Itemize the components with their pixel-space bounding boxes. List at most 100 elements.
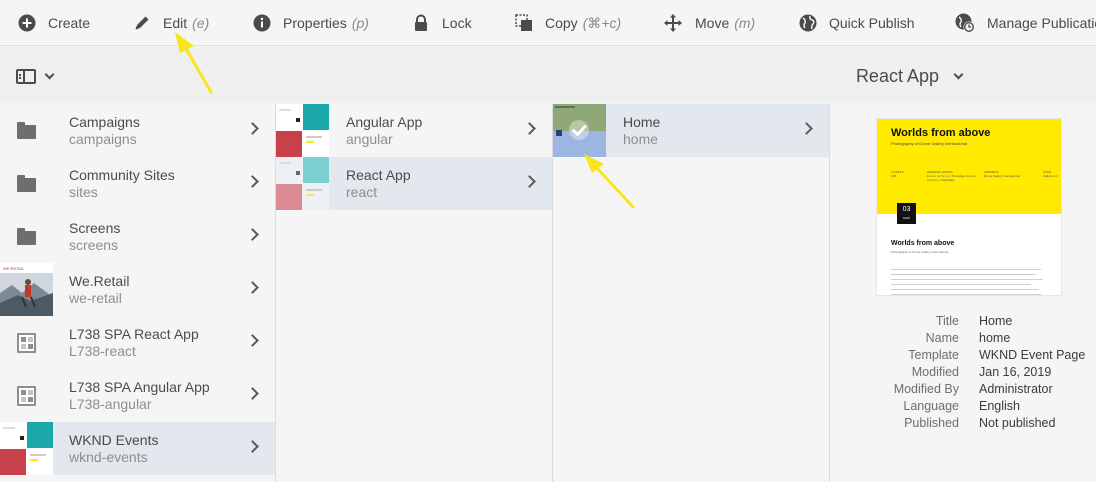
list-item-screens[interactable]: Screens screens (0, 210, 275, 263)
item-title: Screens (69, 220, 121, 236)
folder-icon (17, 122, 36, 139)
item-name: screens (69, 237, 119, 253)
template-icon (17, 333, 36, 353)
quick-publish-button[interactable]: Quick Publish (799, 0, 915, 45)
manage-publication-button[interactable]: Manage Publication (955, 0, 1096, 45)
item-title: L738 SPA Angular App (69, 379, 210, 395)
item-name: wknd-events (69, 449, 148, 465)
copy-label: Copy (545, 15, 578, 31)
angular-app-thumbnail (276, 104, 329, 157)
item-name: we-retail (69, 290, 122, 306)
preview-meta-tickets: TICKETS 10€ (891, 170, 904, 178)
preview-text-line (891, 274, 1036, 275)
move-button[interactable]: Move (m) (663, 0, 756, 45)
list-item-angular-app[interactable]: Angular App angular (276, 104, 552, 157)
list-item-l738-react[interactable]: L738 SPA React App L738-react (0, 316, 275, 369)
property-row: Title Home (935, 314, 1013, 328)
lock-label: Lock (442, 15, 472, 31)
column-view: Campaigns campaigns Community Sites sites … (0, 104, 1096, 482)
item-title: React App (346, 167, 411, 183)
edit-button[interactable]: Edit (e) (133, 0, 210, 45)
chevron-right-icon (246, 228, 259, 241)
item-name: sites (69, 184, 98, 200)
preview-panel: Worlds from above Photography of Drone G… (830, 104, 1096, 482)
template-icon (17, 386, 36, 406)
manage-publication-label: Manage Publication (987, 15, 1096, 31)
column-react-app: Home home (553, 104, 830, 482)
list-item-l738-angular[interactable]: L738 SPA Angular App L738-angular (0, 369, 275, 422)
list-item-home[interactable]: Home home (553, 104, 829, 157)
wknd-events-thumbnail (0, 422, 53, 475)
edit-shortcut: (e) (192, 15, 210, 31)
property-row: Language English (903, 399, 1020, 413)
preview-text-line (891, 279, 1043, 280)
create-label: Create (48, 15, 91, 31)
preview-date-badge: 03 MAR (897, 203, 916, 224)
chevron-right-icon (246, 387, 259, 400)
sidebar-icon (16, 69, 36, 84)
chevron-right-icon (523, 122, 536, 135)
preview-text-line (891, 294, 1041, 295)
we-retail-brand: WE.RETAIL (3, 266, 25, 271)
lock-button[interactable]: Lock (412, 0, 472, 45)
preview-meta-address: ADDRESS Drone Gallery International (984, 170, 1020, 178)
list-item-we-retail[interactable]: WE.RETAIL We.Retail we-retail (0, 263, 275, 316)
item-title: Home (623, 114, 661, 130)
pencil-icon (133, 14, 151, 32)
preview-heading-2: Worlds from above (891, 240, 955, 247)
page-title: React App (855, 66, 939, 86)
property-row: Modified By Administrator (893, 382, 1053, 396)
chevron-right-icon (800, 122, 813, 135)
chevron-right-icon (246, 281, 259, 294)
item-name: campaigns (69, 131, 137, 147)
title-bar: React App (0, 47, 1096, 103)
property-row: Template WKND Event Page (908, 348, 1086, 362)
chevron-right-icon (246, 334, 259, 347)
chevron-down-icon (44, 69, 55, 80)
list-item-campaigns[interactable]: Campaigns campaigns (0, 104, 275, 157)
page-preview-card: Worlds from above Photography of Drone G… (877, 119, 1061, 295)
item-name: react (346, 184, 378, 200)
react-app-thumbnail (276, 157, 329, 210)
list-item-wknd-events[interactable]: WKND Events wknd-events (0, 422, 275, 475)
list-item-community-sites[interactable]: Community Sites sites (0, 157, 275, 210)
copy-button[interactable]: Copy (⌘+c) (515, 0, 621, 45)
column-sites: Campaigns campaigns Community Sites sites … (0, 104, 276, 482)
properties-shortcut: (p) (351, 15, 369, 31)
chevron-right-icon (246, 175, 259, 188)
rail-toggle-button[interactable] (16, 69, 55, 84)
property-row: Name home (925, 331, 1011, 345)
chevron-right-icon (523, 175, 536, 188)
column-wknd-events: Angular App angular React App react (276, 104, 553, 482)
create-button[interactable]: Create (18, 0, 91, 45)
preview-text-line (891, 289, 1039, 290)
item-title: WKND Events (69, 432, 159, 448)
edit-label: Edit (163, 15, 188, 31)
globe-clock-icon (955, 13, 975, 33)
item-name: L738-react (69, 343, 136, 359)
home-thumbnail[interactable] (553, 104, 606, 157)
property-row: Modified Jan 16, 2019 (911, 365, 1052, 379)
item-title: We.Retail (69, 273, 130, 289)
move-arrows-icon (663, 13, 683, 33)
item-name: angular (346, 131, 393, 147)
chevron-right-icon (246, 440, 259, 453)
chevron-down-icon (953, 69, 964, 79)
property-row: Published Not published (904, 416, 1056, 430)
page-properties: Title Home Name home Template WKND Event Pa… (830, 313, 1096, 432)
item-name: home (623, 131, 659, 147)
properties-button[interactable]: Properties (p) (253, 0, 369, 45)
preview-text-line (891, 269, 1041, 270)
info-circle-icon (253, 14, 271, 32)
preview-text-line (891, 284, 1031, 285)
globe-icon (799, 14, 817, 32)
add-circle-icon (18, 14, 36, 32)
preview-subheading: Photography of Drone Gallery Internation… (891, 141, 968, 146)
list-item-react-app[interactable]: React App react (276, 157, 552, 210)
copy-icon (515, 14, 533, 32)
checkmark-icon (569, 120, 589, 140)
move-label: Move (695, 15, 730, 31)
move-shortcut: (m) (734, 15, 756, 31)
preview-heading: Worlds from above (891, 127, 991, 139)
page-title-dropdown[interactable]: React App (855, 66, 964, 87)
